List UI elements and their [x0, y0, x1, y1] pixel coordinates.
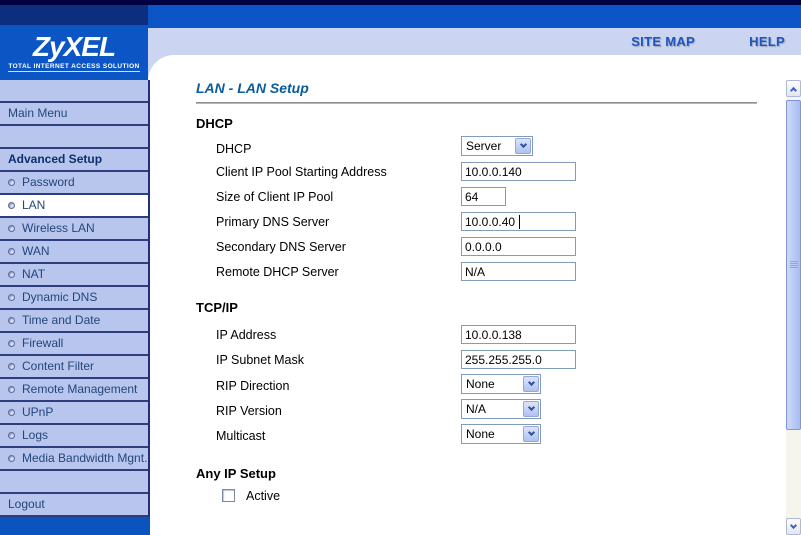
sidebar-item-remote-management[interactable]: Remote Management	[0, 379, 148, 402]
multicast-label: Multicast	[216, 426, 265, 446]
rip-version-select[interactable]: N/A	[461, 399, 541, 419]
ip-address-label: IP Address	[216, 325, 276, 345]
rip-direction-label: RIP Direction	[216, 376, 289, 396]
radio-bullet-icon	[8, 202, 15, 209]
sidebar: Main Menu Advanced Setup Password LAN Wi…	[0, 80, 150, 535]
radio-bullet-icon	[8, 317, 15, 324]
ip-address-input[interactable]	[461, 325, 576, 344]
pool-size-label: Size of Client IP Pool	[216, 187, 333, 207]
remote-dhcp-input[interactable]	[461, 262, 576, 281]
radio-bullet-icon	[8, 432, 15, 439]
sidebar-item-upnp[interactable]: UPnP	[0, 402, 148, 425]
content-area	[148, 55, 786, 535]
sidebar-item-logs[interactable]: Logs	[0, 425, 148, 448]
sidebar-item-content-filter[interactable]: Content Filter	[0, 356, 148, 379]
field-row-secondary-dns: Secondary DNS Server	[216, 237, 776, 259]
rip-version-label: RIP Version	[216, 401, 282, 421]
scroll-down-icon[interactable]	[786, 518, 801, 535]
sidebar-item-password[interactable]: Password	[0, 172, 148, 195]
primary-dns-label: Primary DNS Server	[216, 212, 329, 232]
sidebar-item-logout[interactable]: Logout	[0, 494, 148, 517]
sidebar-item-wan[interactable]: WAN	[0, 241, 148, 264]
scroll-up-icon[interactable]	[786, 80, 801, 97]
field-row-client-ip-pool-start: Client IP Pool Starting Address	[216, 162, 776, 184]
help-link[interactable]: HELP	[749, 28, 785, 55]
any-ip-section-heading: Any IP Setup	[196, 466, 276, 481]
text-caret	[519, 215, 520, 229]
radio-bullet-icon	[8, 271, 15, 278]
radio-bullet-icon	[8, 363, 15, 370]
sidebar-item-firewall[interactable]: Firewall	[0, 333, 148, 356]
tcpip-section-heading: TCP/IP	[196, 300, 238, 315]
header-blue-bar	[148, 5, 801, 28]
remote-dhcp-label: Remote DHCP Server	[216, 262, 339, 282]
field-row-subnet-mask: IP Subnet Mask	[216, 350, 776, 372]
pool-size-input[interactable]	[461, 187, 506, 206]
vertical-scrollbar[interactable]	[786, 80, 801, 535]
client-ip-pool-start-label: Client IP Pool Starting Address	[216, 162, 387, 182]
radio-bullet-icon	[8, 409, 15, 416]
scrollbar-grip	[790, 261, 798, 269]
rip-direction-select[interactable]: None	[461, 374, 541, 394]
chevron-down-icon[interactable]	[515, 138, 531, 154]
dhcp-label: DHCP	[216, 139, 251, 159]
site-map-link[interactable]: SITE MAP	[631, 28, 695, 55]
dhcp-select[interactable]: Server	[461, 136, 533, 156]
field-row-pool-size: Size of Client IP Pool	[216, 187, 776, 209]
field-row-multicast: Multicast None	[216, 424, 776, 446]
sidebar-item-main-menu[interactable]: Main Menu	[0, 103, 148, 126]
radio-bullet-icon	[8, 340, 15, 347]
title-divider	[196, 102, 757, 104]
subnet-mask-input[interactable]	[461, 350, 576, 369]
active-checkbox-label: Active	[246, 488, 280, 504]
sidebar-item-nat[interactable]: NAT	[0, 264, 148, 287]
sidebar-spacer	[0, 471, 148, 494]
subnet-mask-label: IP Subnet Mask	[216, 350, 304, 370]
sidebar-item-wireless-lan[interactable]: Wireless LAN	[0, 218, 148, 241]
radio-bullet-icon	[8, 455, 15, 462]
radio-bullet-icon	[8, 294, 15, 301]
secondary-dns-input[interactable]	[461, 237, 576, 256]
chevron-down-icon[interactable]	[523, 376, 539, 392]
logo-tagline: TOTAL INTERNET ACCESS SOLUTION	[8, 63, 139, 72]
radio-bullet-icon	[8, 179, 15, 186]
field-row-rip-direction: RIP Direction None	[216, 374, 776, 396]
header-band	[148, 28, 801, 55]
client-ip-pool-start-input[interactable]	[461, 162, 576, 181]
sidebar-item-media-bandwidth-mgnt[interactable]: Media Bandwidth Mgnt.	[0, 448, 148, 471]
zyxel-logo: ZyXEL TOTAL INTERNET ACCESS SOLUTION	[0, 25, 148, 80]
sidebar-spacer	[0, 80, 148, 103]
radio-bullet-icon	[8, 386, 15, 393]
logo-title: ZyXEL	[33, 33, 115, 61]
radio-bullet-icon	[8, 225, 15, 232]
page-title: LAN - LAN Setup	[196, 80, 309, 96]
secondary-dns-label: Secondary DNS Server	[216, 237, 346, 257]
field-row-remote-dhcp: Remote DHCP Server	[216, 262, 776, 284]
radio-bullet-icon	[8, 248, 15, 255]
active-checkbox[interactable]	[222, 489, 235, 502]
multicast-select[interactable]: None	[461, 424, 541, 444]
field-row-ip-address: IP Address	[216, 325, 776, 347]
sidebar-item-dynamic-dns[interactable]: Dynamic DNS	[0, 287, 148, 310]
field-row-rip-version: RIP Version N/A	[216, 399, 776, 421]
scrollbar-thumb[interactable]	[786, 100, 801, 430]
field-row-primary-dns: Primary DNS Server	[216, 212, 776, 234]
chevron-down-icon[interactable]	[523, 426, 539, 442]
sidebar-footer-block	[0, 517, 150, 535]
sidebar-item-time-and-date[interactable]: Time and Date	[0, 310, 148, 333]
dhcp-section-heading: DHCP	[196, 116, 233, 131]
sidebar-item-lan[interactable]: LAN	[0, 195, 148, 218]
field-row-active: Active	[216, 488, 776, 510]
sidebar-spacer	[0, 126, 148, 149]
sidebar-item-advanced-setup[interactable]: Advanced Setup	[0, 149, 148, 172]
field-row-dhcp: DHCP Server	[216, 136, 776, 158]
chevron-down-icon[interactable]	[523, 401, 539, 417]
